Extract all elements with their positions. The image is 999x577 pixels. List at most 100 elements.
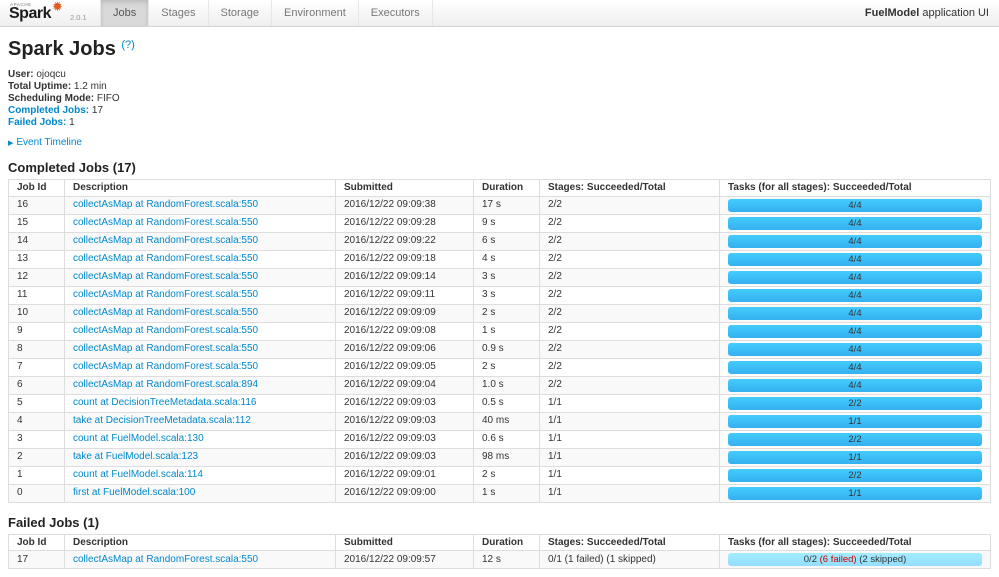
job-stages-cell: 1/1	[539, 393, 720, 412]
job-stages-cell: 2/2	[539, 213, 720, 232]
job-duration-cell: 1 s	[473, 321, 540, 340]
column-header[interactable]: Description	[64, 533, 336, 551]
job-stages-cell: 1/1	[539, 447, 720, 466]
job-description-link[interactable]: take at FuelModel.scala:123	[73, 451, 198, 462]
job-description-cell: collectAsMap at RandomForest.scala:550	[64, 303, 336, 322]
column-header[interactable]: Tasks (for all stages): Succeeded/Total	[719, 179, 991, 197]
job-id-cell: 17	[8, 550, 65, 569]
column-header[interactable]: Tasks (for all stages): Succeeded/Total	[719, 533, 991, 551]
tasks-progress-text: 4/4	[848, 289, 862, 301]
column-header[interactable]: Duration	[473, 179, 540, 197]
job-duration-cell: 6 s	[473, 231, 540, 250]
job-row: 1 count at FuelModel.scala:114 2016/12/22 …	[8, 465, 991, 484]
tab-jobs[interactable]: Jobs	[100, 0, 150, 26]
job-duration-cell: 0.5 s	[473, 393, 540, 412]
job-id-cell: 7	[8, 357, 65, 376]
job-id-cell: 16	[8, 195, 65, 214]
job-row: 3 count at FuelModel.scala:130 2016/12/22 …	[8, 429, 991, 448]
job-submitted-cell: 2016/12/22 09:09:22	[335, 231, 474, 250]
job-description-link[interactable]: collectAsMap at RandomForest.scala:550	[73, 554, 258, 565]
job-description-link[interactable]: collectAsMap at RandomForest.scala:550	[73, 253, 258, 264]
job-submitted-cell: 2016/12/22 09:09:01	[335, 465, 474, 484]
tasks-progress-bar: 1/1	[728, 414, 982, 428]
job-row: 2 take at FuelModel.scala:123 2016/12/22 0…	[8, 447, 991, 466]
column-header[interactable]: Duration	[473, 533, 540, 551]
column-header[interactable]: Description	[64, 179, 336, 197]
job-tasks-cell: 4/4	[719, 195, 991, 214]
job-description-cell: take at FuelModel.scala:123	[64, 447, 336, 466]
job-description-link[interactable]: take at DecisionTreeMetadata.scala:112	[73, 415, 251, 426]
job-submitted-cell: 2016/12/22 09:09:57	[335, 550, 474, 569]
app-name: FuelModel	[864, 7, 920, 19]
column-header[interactable]: Stages: Succeeded/Total	[539, 179, 720, 197]
job-duration-cell: 9 s	[473, 213, 540, 232]
job-description-link[interactable]: count at FuelModel.scala:130	[73, 433, 204, 444]
column-header[interactable]: Stages: Succeeded/Total	[539, 533, 720, 551]
job-tasks-cell: 4/4	[719, 267, 991, 286]
job-description-link[interactable]: collectAsMap at RandomForest.scala:550	[73, 325, 258, 336]
tasks-progress-text: 1/1	[848, 415, 862, 427]
job-stages-cell: 2/2	[539, 357, 720, 376]
job-duration-cell: 1 s	[473, 483, 540, 502]
job-submitted-cell: 2016/12/22 09:09:06	[335, 339, 474, 358]
job-submitted-cell: 2016/12/22 09:09:00	[335, 483, 474, 502]
tasks-progress-bar: 4/4	[728, 378, 982, 392]
job-description-link[interactable]: collectAsMap at RandomForest.scala:550	[73, 271, 258, 282]
job-stages-cell: 2/2	[539, 285, 720, 304]
job-description-cell: collectAsMap at RandomForest.scala:550	[64, 231, 336, 250]
job-id-cell: 12	[8, 267, 65, 286]
column-header[interactable]: Job Id	[8, 179, 65, 197]
page-content: Spark Jobs (?) User: ojoqcu Total Uptime:…	[0, 38, 999, 569]
job-description-cell: collectAsMap at RandomForest.scala:550	[64, 285, 336, 304]
job-description-link[interactable]: collectAsMap at RandomForest.scala:550	[73, 217, 258, 228]
column-header[interactable]: Submitted	[335, 179, 474, 197]
summary-label: User:	[8, 69, 34, 80]
job-description-link[interactable]: collectAsMap at RandomForest.scala:550	[73, 307, 258, 318]
summary-label-link[interactable]: Failed Jobs:	[8, 117, 66, 128]
job-duration-cell: 3 s	[473, 285, 540, 304]
job-tasks-cell: 4/4	[719, 339, 991, 358]
job-row: 5 count at DecisionTreeMetadata.scala:116…	[8, 393, 991, 412]
job-tasks-cell: 4/4	[719, 231, 991, 250]
job-tasks-cell: 0/2 (6 failed) (2 skipped)	[719, 550, 991, 569]
tasks-progress-text: 4/4	[848, 343, 862, 355]
tasks-progress-bar: 4/4	[728, 360, 982, 374]
tab-environment[interactable]: Environment	[272, 0, 359, 26]
job-submitted-cell: 2016/12/22 09:09:11	[335, 285, 474, 304]
tab-stages[interactable]: Stages	[149, 0, 209, 26]
summary-label-link[interactable]: Completed Jobs:	[8, 105, 89, 116]
tasks-progress-text: 1/1	[848, 487, 862, 499]
event-timeline-toggle[interactable]: ▶ Event Timeline	[8, 137, 991, 148]
job-description-link[interactable]: count at FuelModel.scala:114	[73, 469, 203, 480]
tasks-progress-text: 4/4	[848, 199, 862, 211]
job-description-link[interactable]: collectAsMap at RandomForest.scala:550	[73, 343, 258, 354]
summary-label: Total Uptime:	[8, 81, 72, 92]
job-description-cell: collectAsMap at RandomForest.scala:550	[64, 321, 336, 340]
job-description-link[interactable]: collectAsMap at RandomForest.scala:550	[73, 235, 258, 246]
application-ui-label: FuelModel application UI	[865, 0, 999, 26]
help-link[interactable]: (?)	[121, 39, 134, 51]
job-row: 14 collectAsMap at RandomForest.scala:550…	[8, 231, 991, 250]
job-description-link[interactable]: collectAsMap at RandomForest.scala:550	[73, 289, 258, 300]
job-row: 16 collectAsMap at RandomForest.scala:550…	[8, 195, 991, 214]
job-description-link[interactable]: collectAsMap at RandomForest.scala:550	[73, 361, 258, 372]
tab-storage[interactable]: Storage	[209, 0, 273, 26]
job-row: 7 collectAsMap at RandomForest.scala:550 2…	[8, 357, 991, 376]
job-description-link[interactable]: count at DecisionTreeMetadata.scala:116	[73, 397, 256, 408]
job-description-link[interactable]: collectAsMap at RandomForest.scala:894	[73, 379, 258, 390]
job-description-cell: collectAsMap at RandomForest.scala:550	[64, 339, 336, 358]
column-header[interactable]: Job Id	[8, 533, 65, 551]
tab-executors[interactable]: Executors	[359, 0, 433, 26]
column-header[interactable]: Submitted	[335, 533, 474, 551]
job-description-cell: collectAsMap at RandomForest.scala:894	[64, 375, 336, 394]
job-duration-cell: 2 s	[473, 303, 540, 322]
job-description-link[interactable]: collectAsMap at RandomForest.scala:550	[73, 199, 258, 210]
job-submitted-cell: 2016/12/22 09:09:03	[335, 429, 474, 448]
top-navbar: APACHE Spark ✹ 2.0.1 Jobs Stages Storage En…	[0, 0, 999, 27]
summary-item: Total Uptime: 1.2 min	[8, 81, 107, 92]
spark-logo[interactable]: APACHE Spark ✹ 2.0.1	[0, 0, 100, 26]
job-id-cell: 14	[8, 231, 65, 250]
job-tasks-cell: 1/1	[719, 411, 991, 430]
job-id-cell: 8	[8, 339, 65, 358]
job-tasks-cell: 4/4	[719, 213, 991, 232]
